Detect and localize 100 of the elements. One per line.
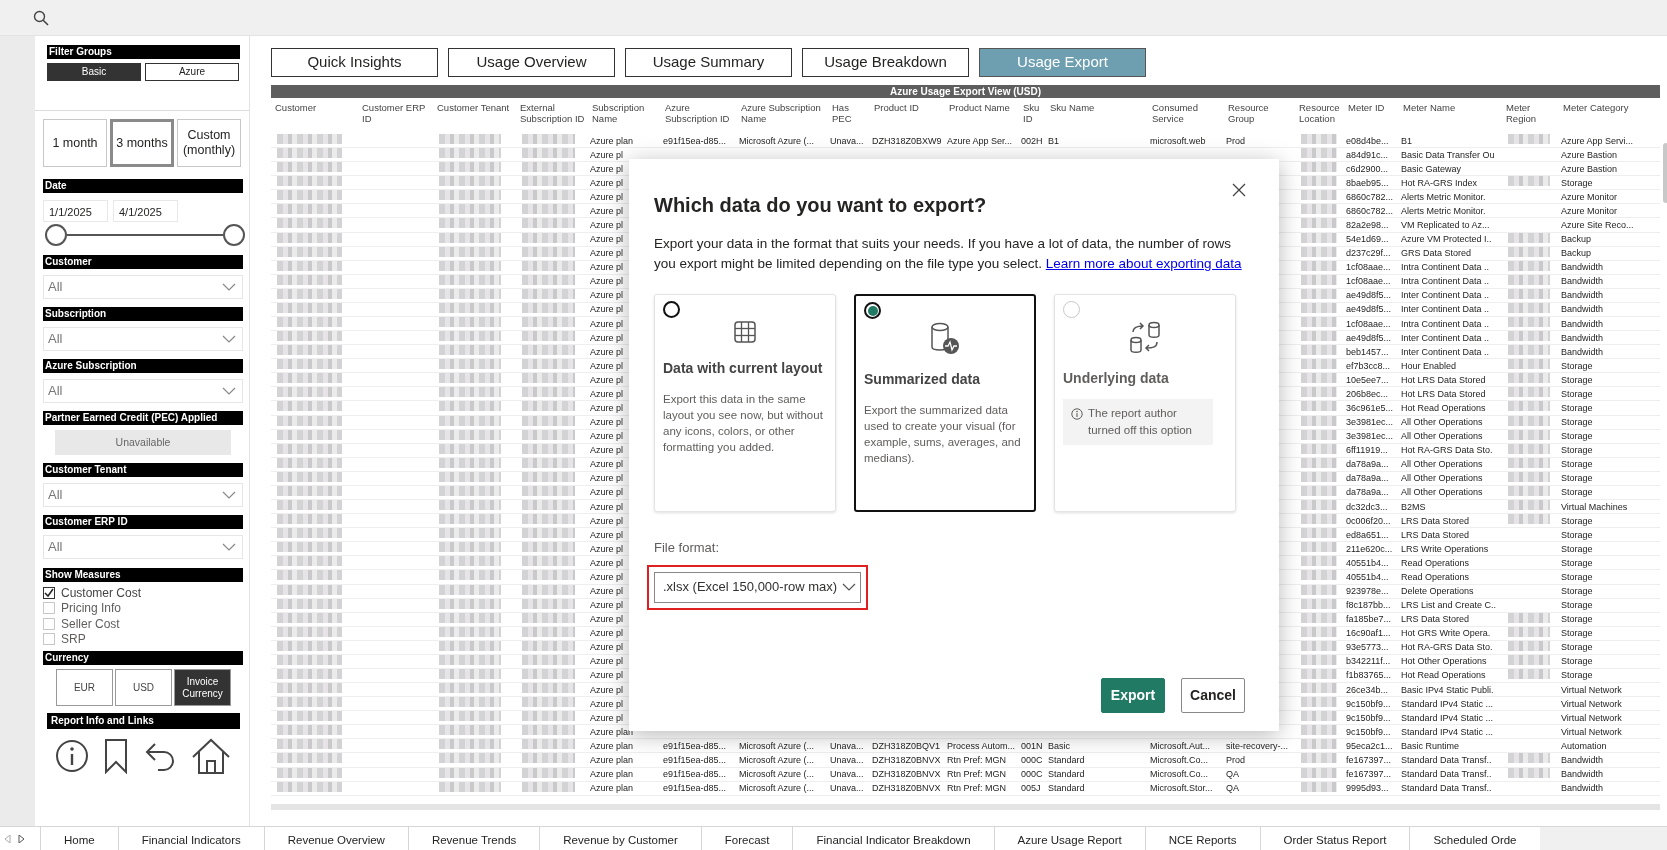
- page-tab[interactable]: Quick Insights: [271, 48, 438, 77]
- table-cell: Azure pl: [590, 430, 624, 444]
- period-button[interactable]: Custom (monthly): [177, 119, 241, 167]
- page-tab[interactable]: Usage Breakdown: [802, 48, 969, 77]
- table-cell: Azure pl: [590, 275, 624, 289]
- dropdown[interactable]: All: [43, 275, 243, 299]
- redacted-block: [1301, 528, 1337, 539]
- report-page-tab[interactable]: Financial Indicators: [117, 827, 264, 850]
- table-cell: fa185be7...: [1346, 613, 1392, 627]
- redacted-block: [439, 528, 501, 539]
- filter-group-button[interactable]: Azure: [145, 63, 239, 81]
- table-cell: All Other Operations: [1401, 416, 1483, 430]
- radio-button[interactable]: [864, 302, 881, 319]
- table-cell: Basic Data Transfer Ou: [1401, 148, 1495, 162]
- redacted-block: [277, 331, 342, 342]
- redacted-block: [277, 162, 342, 173]
- table-cell: 3e3981ec...: [1346, 430, 1394, 444]
- report-page-tab[interactable]: Forecast: [700, 827, 793, 850]
- date-field[interactable]: 1/1/2025: [43, 200, 108, 222]
- table-cell: Intra Continent Data ..: [1401, 275, 1490, 289]
- redacted-block: [522, 598, 576, 609]
- redacted-block: [277, 457, 342, 468]
- page-tab[interactable]: Usage Summary: [625, 48, 792, 77]
- search-icon[interactable]: [33, 9, 49, 26]
- option-card[interactable]: Summarized data Export the summarized data used to create your visual (for example, sums, averages, and medians).: [854, 294, 1036, 512]
- bookmark-icon[interactable]: [104, 738, 129, 774]
- slider-handle[interactable]: [223, 224, 245, 246]
- table-cell: Standard: [1048, 768, 1085, 781]
- report-page-tab[interactable]: Revenue Trends: [407, 827, 540, 850]
- table-cell: Automation: [1561, 739, 1607, 753]
- table-cell: 9c150bf9...: [1346, 697, 1391, 711]
- redacted-block: [1301, 176, 1337, 187]
- dropdown[interactable]: All: [43, 379, 243, 403]
- database-pulse-icon: [930, 321, 960, 355]
- redacted-block: [1301, 584, 1337, 595]
- file-format-dropdown[interactable]: .xlsx (Excel 150,000-row max): [654, 571, 861, 603]
- redacted-block: [439, 429, 501, 440]
- next-icon[interactable]: [18, 834, 24, 843]
- info-icon[interactable]: [54, 739, 89, 773]
- checkbox-label: Seller Cost: [61, 615, 120, 633]
- redacted-block: [1301, 401, 1337, 412]
- redacted-block: [277, 288, 342, 299]
- table-cell: Storage: [1561, 402, 1593, 415]
- table-cell: Azure pl: [590, 458, 624, 472]
- report-page-tab[interactable]: Revenue by Customer: [539, 827, 701, 850]
- learn-more-link[interactable]: Learn more about exporting data: [1045, 256, 1242, 271]
- slider-handle[interactable]: [45, 224, 67, 246]
- undo-icon[interactable]: [143, 740, 176, 772]
- redacted-block: [439, 542, 501, 553]
- table-cell: 9c150bf9...: [1346, 711, 1391, 725]
- redacted-block: [439, 274, 501, 285]
- page-tab[interactable]: Usage Overview: [448, 48, 615, 77]
- column-header: Has PEC: [832, 102, 853, 124]
- table-cell: B1: [1401, 134, 1412, 148]
- currency-button[interactable]: USD: [115, 669, 172, 706]
- period-button[interactable]: 1 month: [43, 119, 107, 167]
- table-cell: 16c90af1...: [1346, 627, 1391, 641]
- export-button[interactable]: Export: [1101, 678, 1165, 713]
- report-page-tab[interactable]: NCE Reports: [1144, 827, 1260, 850]
- table-cell: Alerts Metric Monitor.: [1401, 204, 1486, 218]
- redacted-block: [277, 345, 342, 356]
- table-cell: 206b8ec...: [1346, 387, 1389, 401]
- table-cell: 10e5ee7...: [1346, 373, 1389, 387]
- redacted-block: [439, 204, 501, 215]
- redacted-block: [277, 302, 342, 313]
- table-cell: Storage: [1561, 472, 1593, 486]
- table-cell: Storage: [1561, 641, 1593, 655]
- table-cell: Microsoft.Stor...: [1150, 782, 1213, 796]
- report-page-tab[interactable]: Order Status Report: [1259, 827, 1410, 850]
- column-header: External Subscription ID: [520, 102, 586, 124]
- table-cell: e91f15ea-d85...: [663, 768, 727, 781]
- report-page-tab[interactable]: Azure Usage Report: [993, 827, 1145, 850]
- currency-button[interactable]: Invoice Currency: [174, 669, 231, 706]
- redacted-block: [439, 232, 501, 243]
- report-page-tab[interactable]: Scheduled Orde: [1409, 827, 1540, 850]
- checkbox[interactable]: [43, 586, 55, 599]
- option-card[interactable]: Data with current layout Export this data in the same layout you see now, but without any icons, colors, or other formatting you added.: [654, 294, 836, 512]
- dropdown[interactable]: All: [43, 327, 243, 351]
- table-cell: 1cf08aae...: [1346, 317, 1391, 331]
- dropdown[interactable]: All: [43, 483, 243, 507]
- dropdown[interactable]: All: [43, 535, 243, 559]
- redacted-block: [522, 190, 576, 201]
- period-button[interactable]: 3 months: [110, 119, 174, 167]
- filter-group-button[interactable]: Basic: [47, 63, 141, 81]
- table-cell: 211e620c...: [1346, 542, 1393, 556]
- close-icon[interactable]: [1232, 183, 1246, 197]
- table-cell: Standard Data Transf..: [1401, 768, 1492, 781]
- redacted-block: [439, 500, 501, 511]
- home-icon[interactable]: [191, 737, 232, 775]
- report-page-tab[interactable]: Revenue Overview: [263, 827, 408, 850]
- currency-button[interactable]: EUR: [56, 669, 113, 706]
- table-cell: Standard IPv4 Static ...: [1401, 711, 1494, 725]
- date-field[interactable]: 4/1/2025: [113, 200, 178, 222]
- radio-button[interactable]: [663, 301, 680, 318]
- table-cell: Intra Continent Data ..: [1401, 261, 1490, 275]
- report-page-tab[interactable]: Home: [40, 827, 118, 850]
- redacted-block: [277, 387, 342, 398]
- cancel-button[interactable]: Cancel: [1181, 678, 1245, 713]
- table-cell: GRS Data Stored: [1401, 247, 1472, 261]
- report-page-tab[interactable]: Financial Indicator Breakdown: [792, 827, 994, 850]
